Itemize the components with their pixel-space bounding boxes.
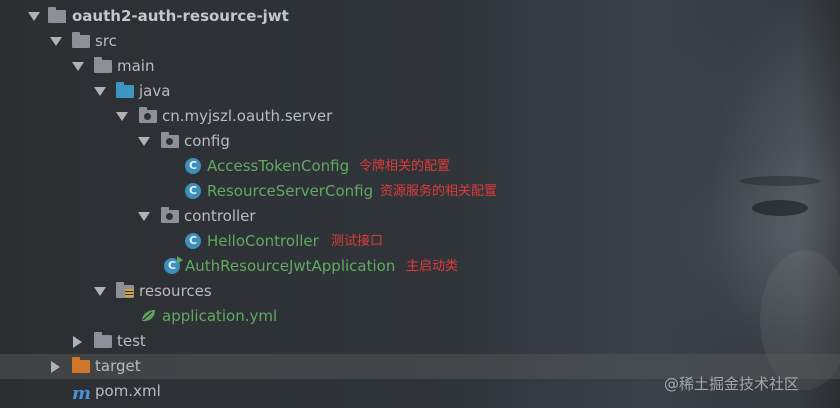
watermark: @稀土掘金技术社区 — [664, 375, 800, 393]
spring-boot-class-icon: C — [164, 256, 183, 274]
tree-node-main[interactable]: main — [0, 54, 840, 79]
yaml-leaf-icon — [142, 310, 155, 322]
chevron-down-icon[interactable] — [94, 87, 106, 96]
tree-node-controller[interactable]: controller — [0, 204, 840, 229]
class-name: HelloController — [207, 232, 319, 250]
excluded-folder-icon — [72, 357, 90, 373]
tree-node-label: controller — [184, 207, 256, 225]
chevron-down-icon[interactable] — [72, 62, 84, 71]
tree-node-label: config — [184, 132, 230, 150]
annotation-note: 测试接口 — [331, 234, 384, 249]
chevron-right-icon[interactable] — [73, 336, 82, 348]
tree-node-config[interactable]: config — [0, 129, 840, 154]
tree-node-java[interactable]: java — [0, 79, 840, 104]
tree-node-label: java — [139, 82, 171, 100]
tree-node-label: resources — [139, 282, 212, 300]
tree-node-class[interactable]: C HelloController 测试接口 — [0, 229, 840, 254]
tree-node-label: cn.myjszl.oauth.server — [162, 107, 333, 125]
chevron-down-icon[interactable] — [94, 287, 106, 296]
source-folder-icon — [116, 82, 134, 98]
chevron-down-icon[interactable] — [116, 112, 128, 121]
tree-node-resources[interactable]: resources — [0, 279, 840, 304]
tree-node-label: src — [95, 32, 117, 50]
tree-node-project-root[interactable]: oauth2-auth-resource-jwt — [0, 4, 840, 29]
package-icon — [161, 207, 179, 223]
folder-icon — [72, 32, 90, 48]
chevron-down-icon[interactable] — [138, 212, 150, 221]
folder-icon — [94, 332, 112, 348]
tree-node-class[interactable]: C ResourceServerConfig 资源服务的相关配置 — [0, 179, 840, 204]
chevron-down-icon[interactable] — [138, 137, 150, 146]
annotation-note: 令牌相关的配置 — [359, 159, 451, 174]
tree-node-main-class[interactable]: C AuthResourceJwtApplication 主启动类 — [0, 254, 840, 279]
annotation-note: 主启动类 — [406, 259, 459, 274]
resources-folder-icon — [116, 282, 134, 298]
file-name: application.yml — [162, 307, 278, 325]
tree-node-file[interactable]: application.yml — [0, 304, 840, 329]
tree-node-package[interactable]: cn.myjszl.oauth.server — [0, 104, 840, 129]
tree-node-src[interactable]: src — [0, 29, 840, 54]
annotation-note: 资源服务的相关配置 — [380, 184, 498, 199]
class-icon: C — [185, 233, 201, 249]
file-name: pom.xml — [95, 382, 161, 400]
tree-node-label: target — [95, 357, 141, 375]
chevron-right-icon[interactable] — [51, 361, 60, 373]
package-icon — [161, 132, 179, 148]
tree-node-label: test — [117, 332, 146, 350]
tree-node-test[interactable]: test — [0, 329, 840, 354]
maven-icon: m — [72, 383, 92, 404]
project-name: oauth2-auth-resource-jwt — [72, 7, 289, 25]
tree-node-label: main — [117, 57, 155, 75]
class-icon: C — [185, 158, 201, 174]
class-icon: C — [185, 183, 201, 199]
class-name: ResourceServerConfig — [207, 182, 374, 200]
folder-icon — [94, 57, 112, 73]
module-folder-icon — [48, 7, 66, 23]
project-tree: oauth2-auth-resource-jwt src main java c… — [0, 0, 840, 408]
class-name: AccessTokenConfig — [207, 157, 350, 175]
chevron-down-icon[interactable] — [50, 37, 62, 46]
project-tool-window: oauth2-auth-resource-jwt src main java c… — [0, 0, 840, 408]
package-icon — [139, 107, 157, 123]
tree-node-class[interactable]: C AccessTokenConfig 令牌相关的配置 — [0, 154, 840, 179]
class-name: AuthResourceJwtApplication — [185, 257, 396, 275]
chevron-down-icon[interactable] — [28, 12, 40, 21]
